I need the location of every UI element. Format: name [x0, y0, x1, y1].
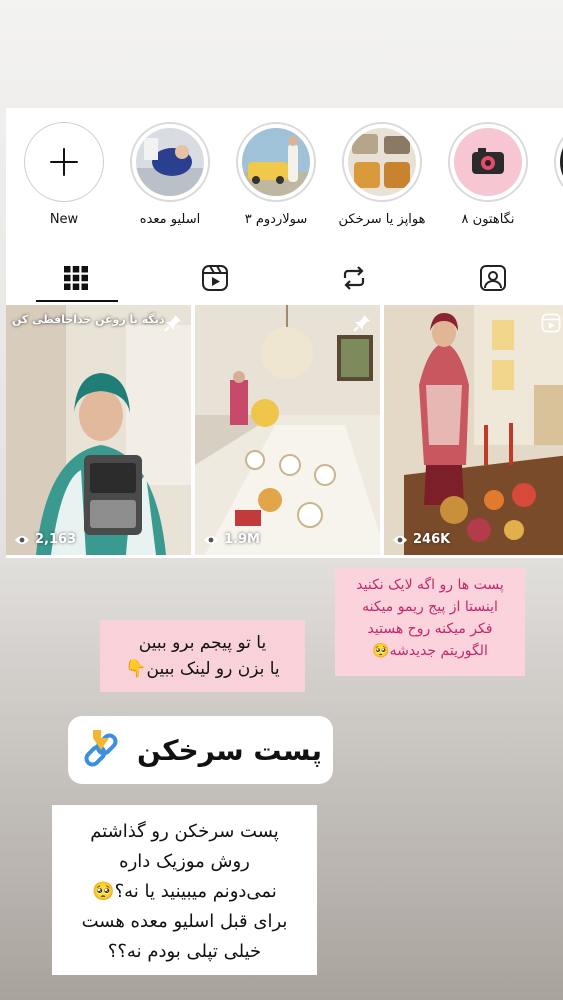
pin-icon [163, 313, 183, 337]
highlight-ring[interactable] [554, 122, 563, 202]
highlight-item[interactable]: سولاردوم ۳ [226, 122, 326, 227]
note-line: برای قبل اسلیو معده هست [81, 911, 288, 932]
profile-card: New اسلیو معده سولاردوم ۳ هواپز یا سرخکن… [6, 108, 563, 558]
profile-tabs [6, 253, 563, 303]
eye-icon [393, 535, 407, 544]
post-thumbnail [384, 305, 563, 555]
tab-grid[interactable] [6, 253, 145, 303]
story-text-note-follow: یا تو پیجم برو ببین یا بزن رو لینک ببین👇 [100, 620, 305, 692]
highlight-ring[interactable] [130, 122, 210, 202]
view-count-value: 1.9M [224, 532, 260, 547]
story-text-note-pink: پست ها رو اگه لایک نکنید اینستا از پیج ر… [335, 568, 525, 676]
view-count: 246K [392, 532, 450, 547]
link-sticker-label: پست سرخکن [137, 733, 323, 767]
link-sticker[interactable]: پست سرخکن [68, 716, 333, 784]
tab-reposts[interactable] [284, 253, 423, 303]
post-thumbnail [195, 305, 380, 555]
note-line: روش موزیک داره [119, 851, 250, 872]
tagged-icon [479, 265, 506, 291]
highlight-thumbnail [136, 128, 204, 196]
grid-icon [63, 266, 88, 290]
story-text-note-white: پست سرخکن رو گذاشتم روش موزیک داره نمی‌د… [52, 805, 317, 975]
highlight-ring[interactable] [342, 122, 422, 202]
eye-icon [204, 535, 218, 544]
highlight-ring[interactable] [448, 122, 528, 202]
reels-icon [541, 313, 561, 337]
story-highlights: New اسلیو معده سولاردوم ۳ هواپز یا سرخکن… [6, 108, 563, 248]
highlight-new[interactable]: New [14, 122, 114, 227]
note-line: الگوریتم جدیدشه🥺 [372, 643, 488, 659]
post-tile[interactable]: 1.9M [195, 305, 380, 555]
link-icon [84, 730, 118, 767]
highlight-label: سولاردوم ۳ [244, 212, 308, 227]
plus-icon [50, 148, 78, 176]
highlight-thumbnail [242, 128, 310, 196]
highlight-new-ring[interactable] [24, 122, 104, 202]
highlight-item[interactable]: نگاهتون ۸ [438, 122, 538, 227]
highlight-item-partial[interactable] [544, 122, 563, 202]
highlight-thumbnail [454, 128, 522, 196]
highlight-item[interactable]: اسلیو معده [120, 122, 220, 227]
view-count: 1.9M [203, 532, 260, 547]
highlight-label: هواپز یا سرخکن [338, 212, 426, 227]
posts-grid: دیگه با روغن خداحافظی کن 2,163 1.9M 246K [6, 305, 563, 558]
view-count-value: 2,163 [35, 532, 77, 547]
note-line: یا بزن رو لینک ببین👇 [125, 659, 280, 679]
tab-reels[interactable] [145, 253, 284, 303]
post-caption-overlay: دیگه با روغن خداحافظی کن [12, 313, 165, 326]
pin-icon [352, 313, 372, 337]
note-line: یا تو پیجم برو ببین [138, 633, 267, 653]
note-line: فکر میکنه روح هستید [367, 621, 493, 637]
active-tab-indicator [36, 300, 118, 302]
tab-tagged[interactable] [423, 253, 562, 303]
eye-icon [15, 535, 29, 544]
highlight-thumbnail [348, 128, 416, 196]
highlight-item[interactable]: هواپز یا سرخکن [332, 122, 432, 227]
note-line: خیلی تپلی بودم نه؟؟ [107, 941, 262, 962]
post-tile[interactable]: 246K [384, 305, 563, 555]
highlight-label: New [49, 212, 79, 227]
note-line: پست سرخکن رو گذاشتم [90, 821, 279, 842]
note-line: اینستا از پیج ریمو میکنه [362, 599, 498, 615]
view-count: 2,163 [14, 532, 76, 547]
reels-icon [201, 265, 228, 291]
note-line: نمی‌دونم میبینید یا نه؟🥺 [92, 881, 277, 902]
highlight-label: نگاهتون ۸ [461, 212, 515, 227]
post-thumbnail [6, 305, 191, 555]
view-count-value: 246K [413, 532, 451, 547]
note-line: پست ها رو اگه لایک نکنید [356, 577, 504, 593]
reposts-icon [343, 266, 364, 290]
post-tile[interactable]: دیگه با روغن خداحافظی کن 2,163 [6, 305, 191, 555]
highlight-ring[interactable] [236, 122, 316, 202]
highlight-label: اسلیو معده [139, 212, 201, 227]
